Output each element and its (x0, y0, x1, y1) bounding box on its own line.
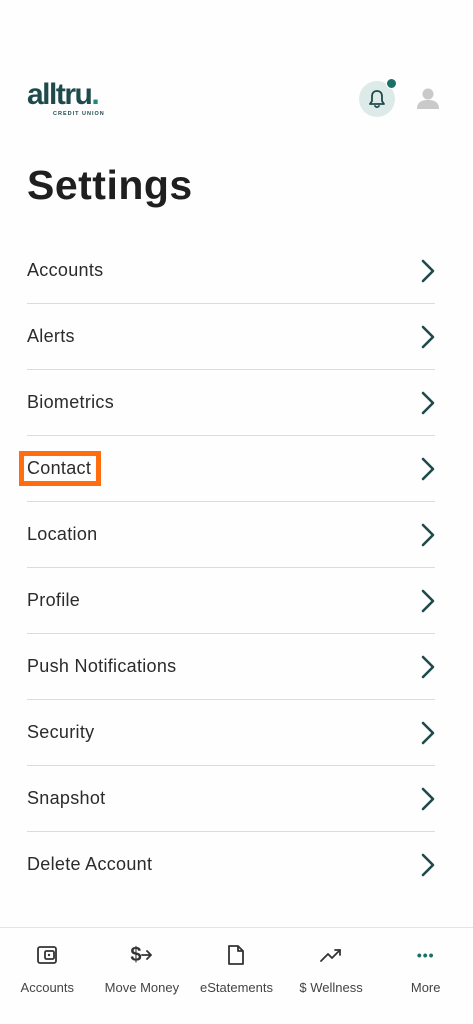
tab-label: More (410, 980, 441, 995)
tab-label: eStatements (199, 980, 273, 995)
notification-dot (386, 78, 397, 89)
settings-item-label: Security (27, 722, 95, 742)
tab-label: Accounts (20, 980, 75, 995)
tab-move-money[interactable]: $ Move Money (95, 928, 190, 1024)
trend-icon (320, 949, 341, 962)
chevron-right-icon (421, 853, 435, 876)
tab-label: Move Money (104, 980, 180, 995)
settings-item-push-notifications[interactable]: Push Notifications (27, 634, 435, 700)
chevron-right-icon (421, 259, 435, 282)
chevron-right-icon (421, 391, 435, 414)
chevron-right-icon (421, 457, 435, 480)
settings-item-delete-account[interactable]: Delete Account (27, 832, 435, 897)
settings-list: Accounts Alerts Biometrics Contact Locat… (18, 238, 435, 897)
transfer-icon: $ (130, 944, 153, 967)
profile-button[interactable] (414, 84, 442, 112)
settings-item-alerts[interactable]: Alerts (27, 304, 435, 370)
settings-screen: alltru. CREDIT UNION Settings Accounts A… (0, 0, 473, 1024)
settings-item-label: Delete Account (27, 854, 153, 874)
document-icon (228, 945, 245, 965)
settings-item-location[interactable]: Location (27, 502, 435, 568)
notifications-button[interactable] (359, 78, 397, 117)
settings-item-profile[interactable]: Profile (27, 568, 435, 634)
settings-item-label: Profile (27, 590, 81, 610)
page-title: Settings (27, 162, 193, 208)
settings-item-accounts[interactable]: Accounts (27, 238, 435, 304)
settings-item-label: Accounts (27, 260, 104, 280)
chevron-right-icon (421, 787, 435, 810)
settings-item-contact[interactable]: Contact (18, 436, 435, 502)
tab-estatements[interactable]: eStatements (189, 928, 284, 1024)
tab-more[interactable]: ••• More (378, 928, 473, 1024)
settings-item-label: Contact (18, 451, 102, 486)
chevron-right-icon (421, 721, 435, 744)
chevron-right-icon (421, 523, 435, 546)
settings-item-label: Snapshot (27, 788, 106, 808)
chevron-right-icon (421, 325, 435, 348)
settings-item-label: Location (27, 524, 98, 544)
alltru-logo: alltru. CREDIT UNION (27, 78, 105, 118)
settings-item-security[interactable]: Security (27, 700, 435, 766)
settings-item-label: Push Notifications (27, 656, 177, 676)
settings-item-snapshot[interactable]: Snapshot (27, 766, 435, 832)
settings-item-biometrics[interactable]: Biometrics (27, 370, 435, 436)
user-icon (417, 88, 439, 109)
bell-icon (369, 90, 385, 109)
app-header: alltru. CREDIT UNION (0, 78, 473, 124)
settings-item-label: Alerts (27, 326, 75, 346)
chevron-right-icon (421, 589, 435, 612)
bottom-tab-bar: Accounts $ Move Money eStatements $ Well… (0, 927, 473, 1024)
tab-label: $ Wellness (299, 980, 363, 995)
tab-accounts[interactable]: Accounts (0, 928, 95, 1024)
wallet-icon (37, 946, 58, 964)
settings-item-label: Biometrics (27, 392, 115, 412)
tab-wellness[interactable]: $ Wellness (284, 928, 379, 1024)
more-icon: ••• (416, 947, 435, 963)
chevron-right-icon (421, 655, 435, 678)
